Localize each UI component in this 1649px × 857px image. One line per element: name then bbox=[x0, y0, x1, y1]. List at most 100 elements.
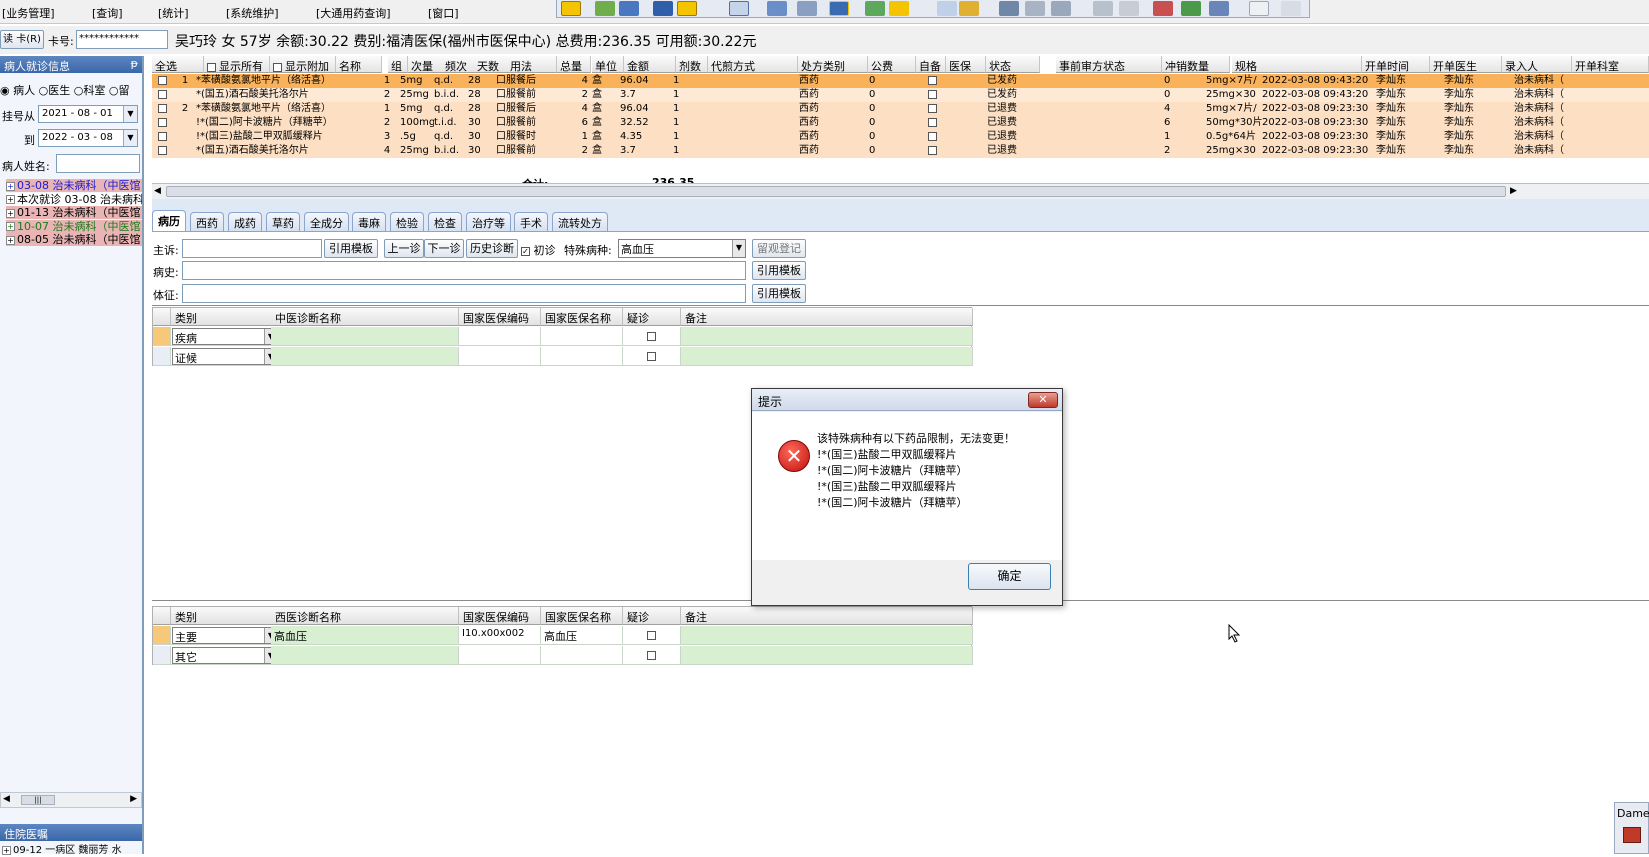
expand-icon[interactable]: + bbox=[2, 845, 11, 855]
first-visit-checkbox[interactable]: ✓ 初诊 bbox=[521, 242, 556, 258]
tab-2[interactable]: 成药 bbox=[228, 212, 262, 231]
menu-window[interactable]: [窗口] bbox=[428, 5, 459, 21]
diagnosis-name-cell[interactable] bbox=[271, 327, 459, 346]
history-template-button[interactable]: 引用模板 bbox=[752, 261, 806, 280]
rx-header-cell[interactable]: 开单时间 bbox=[1362, 56, 1430, 73]
pin-icon[interactable]: ᵽ bbox=[131, 57, 138, 70]
checkbox[interactable] bbox=[647, 331, 656, 341]
signs-template-button[interactable]: 引用模板 bbox=[752, 284, 806, 303]
ad-icon[interactable] bbox=[729, 1, 749, 16]
pointer-icon[interactable] bbox=[561, 1, 581, 16]
print-preview-icon[interactable] bbox=[1051, 1, 1071, 16]
category-cell[interactable]: 证候▼ bbox=[171, 347, 281, 366]
scroll-thumb[interactable]: ||| bbox=[21, 795, 55, 805]
rx-header-cell[interactable]: 组 bbox=[388, 56, 408, 73]
rx-header-cell[interactable]: 代煎方式 bbox=[708, 56, 798, 73]
checkbox[interactable] bbox=[647, 630, 656, 640]
suspected-cell[interactable] bbox=[623, 327, 681, 346]
remark-cell[interactable] bbox=[681, 626, 973, 645]
self-provided-checkbox[interactable] bbox=[928, 88, 942, 102]
table-row[interactable]: 1 *苯磺酸氨氯地平片（络活喜） 1 5mg q.d. 28 口服餐后 4 盒 96.04 1 西药 0… bbox=[152, 74, 1649, 88]
app-icon[interactable] bbox=[1623, 827, 1641, 843]
rx-header-cell[interactable]: 用法 bbox=[507, 56, 557, 73]
tab-9[interactable]: 手术 bbox=[514, 212, 548, 231]
remark-cell[interactable] bbox=[681, 347, 973, 366]
checkbox[interactable] bbox=[647, 650, 656, 660]
reg-from-date[interactable]: 2021 - 08 - 01 ▼ bbox=[38, 105, 138, 123]
screen-icon[interactable] bbox=[653, 1, 673, 16]
scroll-right-icon[interactable]: ▶ bbox=[130, 794, 137, 804]
radio-dept[interactable]: ○科室 bbox=[74, 84, 106, 97]
category-select[interactable]: 主要▼ bbox=[172, 627, 278, 644]
expand-icon[interactable]: + bbox=[6, 181, 15, 191]
checkbox[interactable] bbox=[928, 103, 937, 113]
wrench-icon[interactable] bbox=[959, 1, 979, 16]
scroll-thumb[interactable] bbox=[166, 186, 1506, 197]
tab-4[interactable]: 全成分 bbox=[304, 212, 349, 231]
scroll-right-icon[interactable]: ▶ bbox=[1510, 186, 1517, 196]
printer-icon[interactable] bbox=[1025, 1, 1045, 16]
menu-query[interactable]: [查询] bbox=[92, 5, 123, 21]
observation-register-button[interactable]: 留观登记 bbox=[752, 239, 806, 258]
chevron-down-icon[interactable]: ▼ bbox=[123, 130, 137, 146]
read-card-button[interactable]: 读 卡(R) bbox=[0, 30, 44, 49]
row-checkbox[interactable] bbox=[158, 130, 172, 144]
insurance-name-cell[interactable] bbox=[541, 646, 623, 665]
tab-0[interactable]: 病历 bbox=[152, 210, 186, 231]
category-select[interactable]: 其它▼ bbox=[172, 647, 278, 664]
user-icon[interactable] bbox=[619, 1, 639, 16]
diagnosis-name-cell[interactable] bbox=[271, 646, 459, 665]
cursor-green-icon[interactable] bbox=[865, 1, 885, 16]
close-icon[interactable]: ✕ bbox=[1028, 392, 1058, 408]
copy-icon[interactable] bbox=[1119, 1, 1139, 16]
checkbox[interactable] bbox=[158, 131, 167, 141]
checkbox[interactable] bbox=[158, 145, 167, 155]
chief-complaint-input[interactable] bbox=[182, 239, 322, 258]
checkbox[interactable] bbox=[273, 62, 282, 72]
category-cell[interactable]: 主要▼ bbox=[171, 626, 281, 645]
visit-item[interactable]: + 本次就诊 03-08 治未病科 bbox=[6, 192, 142, 206]
insurance-code-cell[interactable] bbox=[459, 327, 541, 346]
rx-header-cell[interactable]: 显示附加 bbox=[270, 56, 336, 73]
remark-cell[interactable] bbox=[681, 327, 973, 346]
self-provided-checkbox[interactable] bbox=[928, 144, 942, 158]
corner-widget[interactable]: Dame bbox=[1614, 802, 1649, 854]
self-provided-checkbox[interactable] bbox=[928, 130, 942, 144]
chief-template-button[interactable]: 引用模板 bbox=[324, 239, 378, 258]
reg-to-date[interactable]: 2022 - 03 - 08 ▼ bbox=[38, 129, 138, 147]
rx-header-cell[interactable]: 公费 bbox=[868, 56, 916, 73]
chevron-down-icon[interactable]: ▼ bbox=[732, 240, 745, 257]
tab-1[interactable]: 西药 bbox=[190, 212, 224, 231]
insurance-code-cell[interactable] bbox=[459, 646, 541, 665]
checklist-icon[interactable] bbox=[937, 1, 957, 16]
insurance-name-cell[interactable] bbox=[541, 347, 623, 366]
rx-header-cell[interactable]: 医保 bbox=[946, 56, 986, 73]
expand-icon[interactable]: + bbox=[6, 235, 15, 245]
scroll-left-icon[interactable]: ◀ bbox=[3, 794, 10, 804]
checkbox[interactable] bbox=[647, 351, 656, 361]
rx-header-cell[interactable]: 名称 bbox=[336, 56, 382, 73]
disabled-tool-icon[interactable] bbox=[1093, 1, 1113, 16]
suspected-cell[interactable] bbox=[623, 347, 681, 366]
row-checkbox[interactable] bbox=[158, 74, 172, 88]
self-provided-checkbox[interactable] bbox=[928, 74, 942, 88]
scroll-left-icon[interactable]: ◀ bbox=[154, 186, 161, 196]
rx-header-cell[interactable]: 自备 bbox=[916, 56, 946, 73]
ok-button[interactable]: 确定 bbox=[968, 563, 1051, 590]
network-icon[interactable] bbox=[1181, 1, 1201, 16]
rx-header-cell[interactable]: 天数 bbox=[474, 56, 510, 73]
tab-3[interactable]: 草药 bbox=[266, 212, 300, 231]
signs-input[interactable] bbox=[182, 284, 746, 303]
visit-item[interactable]: +08-05 治未病科（中医馆 bbox=[6, 233, 142, 246]
rx-header-cell[interactable]: 规格 bbox=[1232, 56, 1362, 73]
insurance-name-cell[interactable] bbox=[541, 327, 623, 346]
suspected-cell[interactable] bbox=[623, 646, 681, 665]
checkbox[interactable] bbox=[158, 117, 167, 127]
rx-header-cell[interactable]: 金额 bbox=[624, 56, 676, 73]
suspected-cell[interactable] bbox=[623, 626, 681, 645]
row-checkbox[interactable] bbox=[158, 144, 172, 158]
rx-header-cell[interactable]: 次量 bbox=[408, 56, 444, 73]
expand-icon[interactable]: + bbox=[6, 195, 15, 204]
checkbox[interactable] bbox=[928, 131, 937, 141]
row-checkbox[interactable] bbox=[158, 88, 172, 102]
